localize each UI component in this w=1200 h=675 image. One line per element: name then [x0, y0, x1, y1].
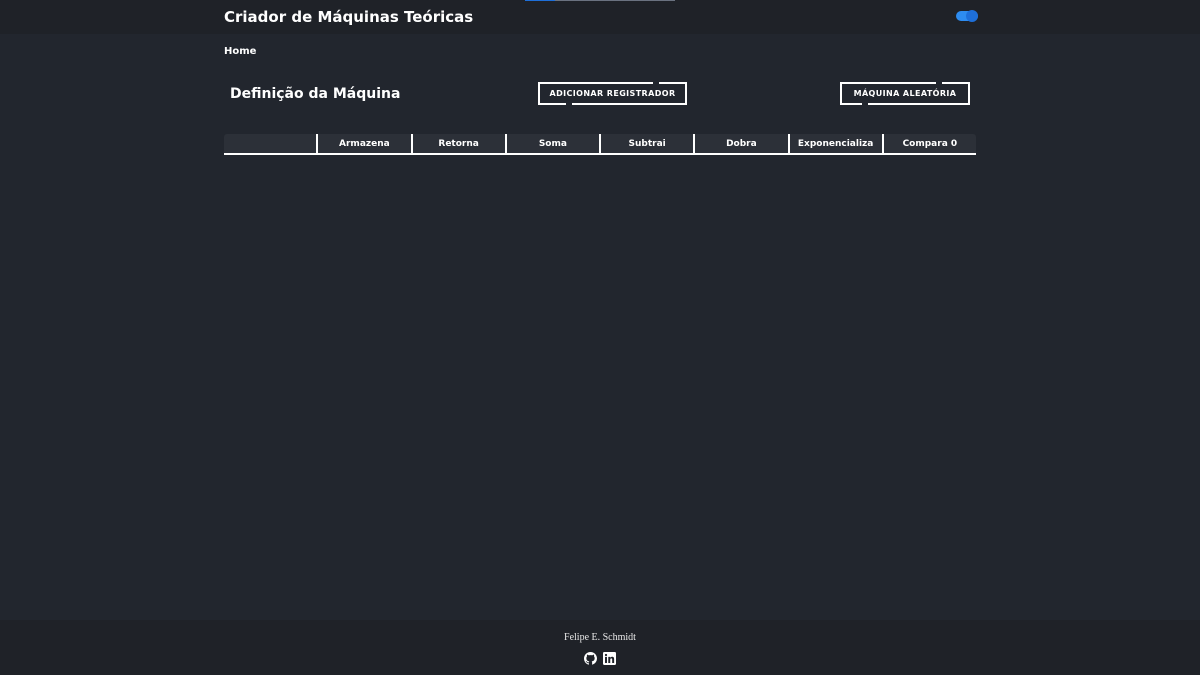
- random-machine-label: MÁQUINA ALEATÓRIA: [853, 89, 957, 98]
- github-icon[interactable]: [584, 650, 597, 665]
- theme-toggle[interactable]: [956, 10, 978, 22]
- column-header-exponencializa: Exponencializa: [787, 134, 882, 153]
- column-header-soma: Soma: [504, 134, 599, 153]
- machine-definition-title: Definição da Máquina: [230, 86, 401, 102]
- column-header-subtrai: Subtrai: [599, 134, 693, 153]
- loading-bar: [525, 0, 675, 1]
- column-header-retorna: Retorna: [410, 134, 505, 153]
- footer: Felipe E. Schmidt: [0, 620, 1200, 675]
- column-header-empty: [224, 134, 316, 153]
- app-title: Criador de Máquinas Teóricas: [224, 8, 474, 26]
- app-header: Criador de Máquinas Teóricas: [0, 0, 1200, 34]
- social-links: [584, 650, 616, 665]
- machine-table-header: Armazena Retorna Soma Subtrai Dobra Expo…: [224, 134, 976, 155]
- page: Criador de Máquinas Teóricas Home Defini…: [0, 0, 1200, 675]
- column-header-dobra: Dobra: [693, 134, 787, 153]
- breadcrumb-home[interactable]: Home: [224, 46, 256, 57]
- random-machine-button[interactable]: MÁQUINA ALEATÓRIA: [840, 82, 970, 105]
- column-header-compara-0: Compara 0: [881, 134, 976, 153]
- add-register-label: ADICIONAR REGISTRADOR: [549, 89, 676, 98]
- linkedin-icon[interactable]: [603, 650, 616, 665]
- toggle-knob: [966, 10, 978, 22]
- author-name: Felipe E. Schmidt: [564, 632, 636, 643]
- column-header-armazena: Armazena: [316, 134, 410, 153]
- add-register-button[interactable]: ADICIONAR REGISTRADOR: [538, 82, 687, 105]
